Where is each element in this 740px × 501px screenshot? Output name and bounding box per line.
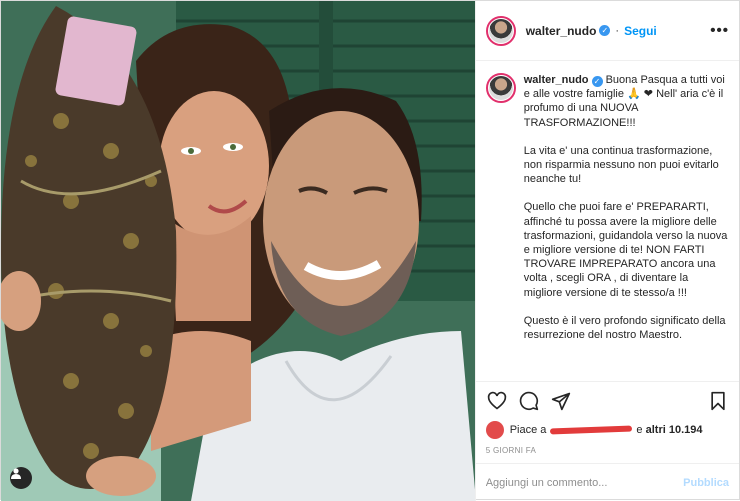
verified-badge-icon: ✓ <box>599 25 611 36</box>
photo-illustration <box>1 1 475 501</box>
comment-input[interactable] <box>485 476 684 489</box>
separator-dot: · <box>615 24 620 37</box>
avatar[interactable] <box>485 15 516 46</box>
user-tag-button[interactable] <box>10 467 32 489</box>
follow-button[interactable]: Segui <box>624 24 657 38</box>
bookmark-icon[interactable] <box>707 390 729 412</box>
likes-count[interactable]: altri 10.194 <box>646 424 703 436</box>
action-bar <box>475 381 739 419</box>
instagram-post: walter_nudo ✓ · Segui ••• walter_nudo ✓ B… <box>0 0 740 501</box>
heart-icon[interactable] <box>486 390 508 412</box>
header-username[interactable]: walter_nudo <box>526 24 597 38</box>
comment-box: Pubblica <box>475 463 739 501</box>
post-side-panel: walter_nudo ✓ · Segui ••• walter_nudo ✓ B… <box>474 1 739 501</box>
caption-paragraph-3: Quello che puoi fare e' PREPARARTI, affi… <box>523 201 728 299</box>
more-options-icon[interactable]: ••• <box>710 22 729 39</box>
likes-prefix: Piace a <box>509 424 547 436</box>
caption-paragraph-2: La vita e' una continua trasformazione, … <box>523 144 719 186</box>
likes-suffix: e <box>636 424 643 436</box>
caption-text: walter_nudo ✓ Buona Pasqua a tutti voi e … <box>524 73 729 381</box>
share-icon[interactable] <box>550 390 572 412</box>
liker-avatar[interactable] <box>485 421 504 439</box>
redacted-username <box>550 425 633 435</box>
verified-badge-icon: ✓ <box>591 76 603 87</box>
user-tag-icon <box>11 468 21 479</box>
post-photo[interactable] <box>1 1 475 501</box>
caption-avatar[interactable] <box>485 73 516 103</box>
likes-row: Piace a e altri 10.194 <box>476 419 739 441</box>
caption-paragraph-4: Questo è il vero profondo significato de… <box>523 314 726 342</box>
caption-username[interactable]: walter_nudo <box>524 74 589 86</box>
post-timestamp[interactable]: 5 GIORNI FA <box>476 441 739 463</box>
post-header: walter_nudo ✓ · Segui ••• <box>475 1 739 61</box>
caption-paragraph: walter_nudo ✓ Buona Pasqua a tutti voi e … <box>524 73 729 130</box>
publish-button[interactable]: Pubblica <box>683 477 729 489</box>
caption-area: walter_nudo ✓ Buona Pasqua a tutti voi e … <box>476 61 739 381</box>
comment-icon[interactable] <box>518 390 540 412</box>
